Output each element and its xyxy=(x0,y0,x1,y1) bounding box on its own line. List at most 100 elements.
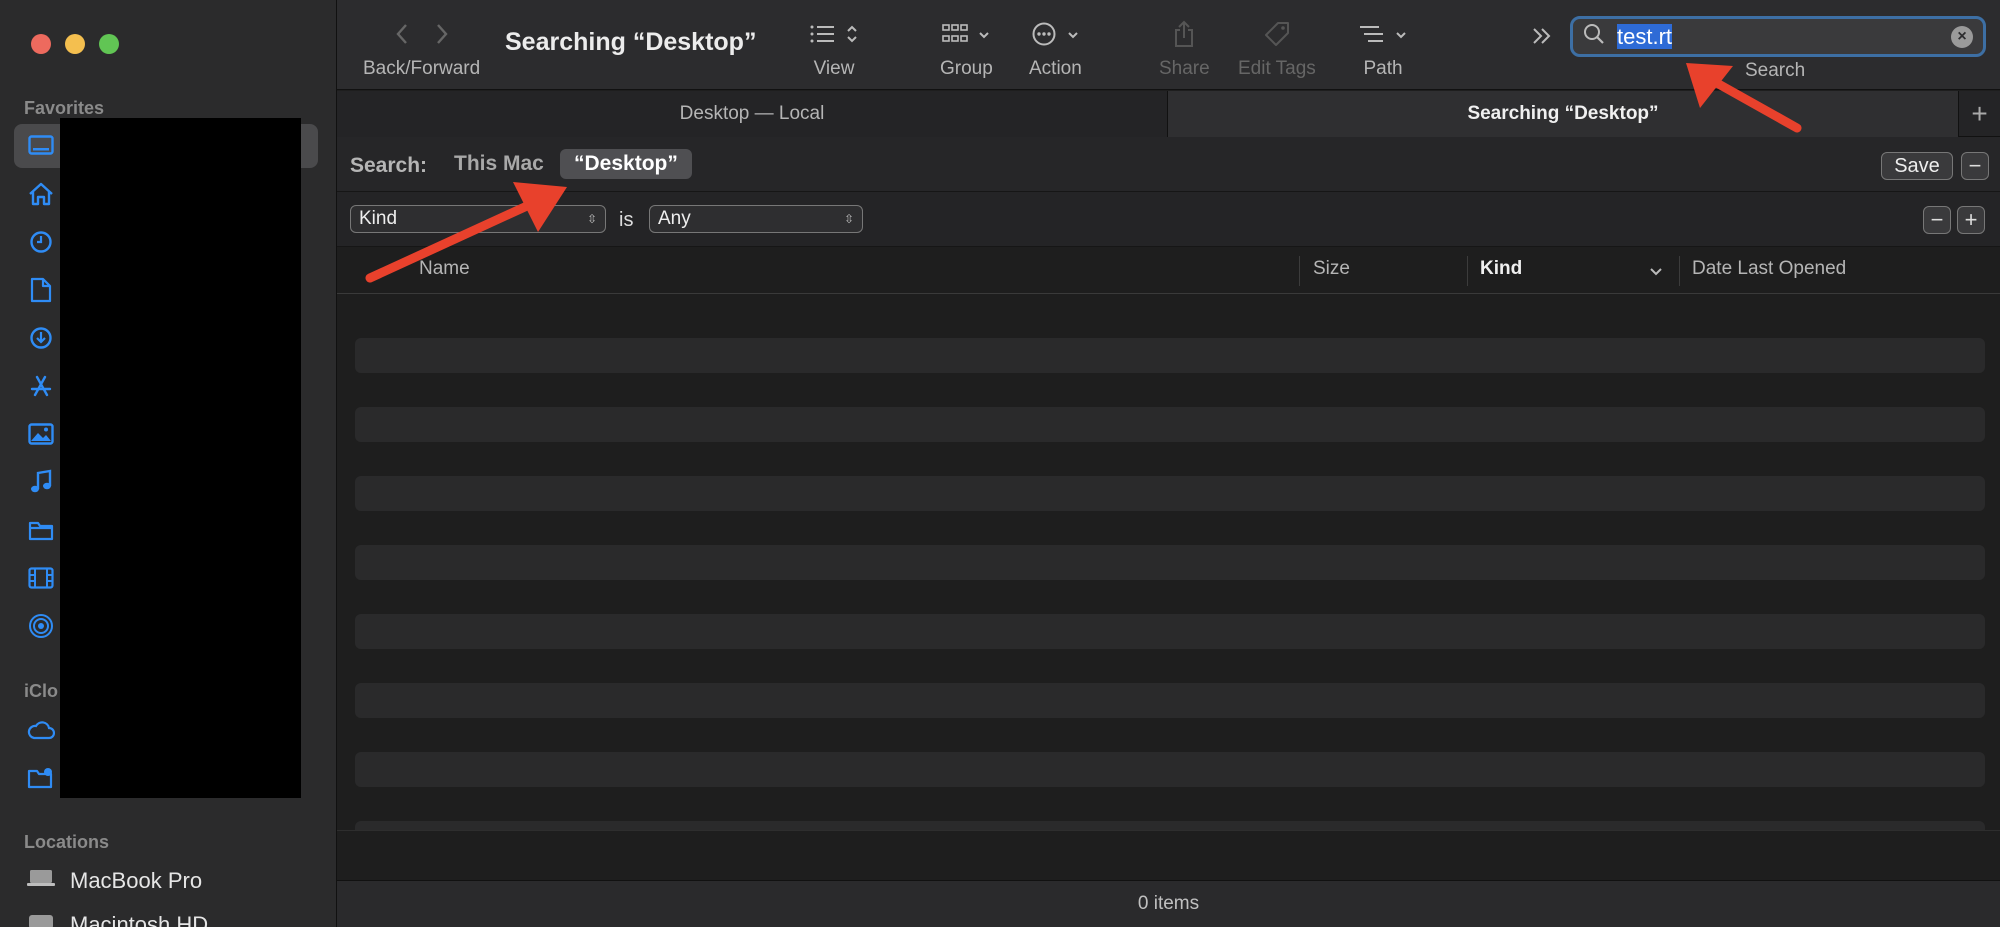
view-label: View xyxy=(813,58,855,79)
sidebar-item-label: Macintosh HD xyxy=(70,912,209,927)
minimize-window-button[interactable] xyxy=(65,34,85,54)
search-label: Search xyxy=(1745,60,1806,81)
shared-folder-icon[interactable] xyxy=(26,763,56,793)
movies-icon[interactable] xyxy=(26,563,56,593)
up-down-chevron-icon xyxy=(846,24,858,49)
applications-icon[interactable] xyxy=(26,371,56,401)
add-criteria-button[interactable]: + xyxy=(1957,206,1985,234)
search-scope-label: Search: xyxy=(350,154,428,177)
edit-tags-button[interactable]: Edit Tags xyxy=(1238,16,1316,80)
redacted-sidebar-region xyxy=(60,118,301,798)
empty-row-stripe xyxy=(355,614,1985,649)
window-title: Searching “Desktop” xyxy=(505,28,757,56)
sidebar-section-icloud: iClo xyxy=(24,681,58,701)
chevron-double-right-icon xyxy=(1531,26,1553,51)
column-divider[interactable] xyxy=(1467,256,1468,286)
search-field[interactable]: test.rt × xyxy=(1570,16,1986,57)
chevron-down-icon xyxy=(1067,27,1079,45)
back-forward-control[interactable]: Back/Forward xyxy=(363,16,480,80)
sidebar-item-macbook-pro[interactable]: MacBook Pro xyxy=(26,868,202,894)
criteria-operator: is xyxy=(619,209,634,231)
search-criteria-row: Kind ⇳ is Any ⇳ − + xyxy=(337,192,2000,247)
item-count: 0 items xyxy=(1137,893,1200,914)
laptop-icon xyxy=(26,868,56,894)
pictures-icon[interactable] xyxy=(26,419,56,449)
criteria-attribute-value: Kind xyxy=(359,208,398,229)
scope-desktop-button[interactable]: “Desktop” xyxy=(560,149,692,179)
search-input[interactable]: test.rt xyxy=(1617,23,1951,50)
back-icon[interactable] xyxy=(395,23,409,50)
toolbar: Back/Forward Searching “Desktop” View Gr… xyxy=(337,0,2000,90)
save-search-button[interactable]: Save xyxy=(1881,152,1953,180)
chevron-down-icon xyxy=(978,27,990,45)
empty-row-stripe xyxy=(355,338,1985,373)
finder-main: Back/Forward Searching “Desktop” View Gr… xyxy=(337,0,2000,927)
music-icon[interactable] xyxy=(26,467,56,497)
up-down-chevron-icon: ⇳ xyxy=(586,212,597,226)
clear-search-icon[interactable]: × xyxy=(1951,25,1973,48)
home-icon[interactable] xyxy=(26,179,56,209)
empty-row-stripe xyxy=(355,545,1985,580)
group-button[interactable]: Group xyxy=(940,16,993,80)
share-label: Share xyxy=(1159,58,1210,79)
action-label: Action xyxy=(1029,58,1082,79)
icloud-drive-icon[interactable] xyxy=(26,715,56,745)
column-name[interactable]: Name xyxy=(419,258,470,280)
sort-chevron-down-icon[interactable] xyxy=(1649,264,1663,282)
remove-search-bar-button[interactable]: − xyxy=(1961,152,1989,180)
toolbar-overflow-button[interactable] xyxy=(1531,18,1553,58)
tab-searching-desktop[interactable]: Searching “Desktop” xyxy=(1168,91,1958,137)
search-scope-bar: Search: This Mac “Desktop” Save − xyxy=(337,137,2000,192)
chevron-down-icon xyxy=(1395,27,1407,45)
new-tab-button[interactable]: + xyxy=(1958,91,2000,137)
desktop-icon[interactable] xyxy=(26,131,56,161)
sidebar-item-label: MacBook Pro xyxy=(70,868,203,893)
list-view-icon xyxy=(810,24,836,49)
zoom-window-button[interactable] xyxy=(99,34,119,54)
search-icon xyxy=(1583,23,1605,50)
results-list xyxy=(355,294,1985,831)
folder-icon[interactable] xyxy=(26,515,56,545)
path-icon xyxy=(1359,24,1385,49)
group-label: Group xyxy=(940,58,993,79)
column-divider[interactable] xyxy=(1299,256,1300,286)
tab-desktop-local[interactable]: Desktop — Local xyxy=(337,91,1168,137)
sidebar: Favorites iClo Locations MacBook Pro Mac… xyxy=(0,0,337,927)
empty-row-stripe xyxy=(355,476,1985,511)
disk-icon xyxy=(26,912,56,927)
sidebar-item-macintosh-hd[interactable]: Macintosh HD xyxy=(26,912,208,927)
empty-row-stripe xyxy=(355,407,1985,442)
documents-icon[interactable] xyxy=(26,275,56,305)
search-input-text: test.rt xyxy=(1617,23,1673,49)
action-button[interactable]: Action xyxy=(1029,16,1082,80)
ellipsis-circle-icon xyxy=(1031,21,1057,52)
status-bar: 0 items xyxy=(337,880,2000,927)
path-label: Path xyxy=(1363,58,1403,79)
edit-tags-label: Edit Tags xyxy=(1238,58,1316,79)
back-forward-label: Back/Forward xyxy=(363,58,481,79)
criteria-value-popup[interactable]: Any ⇳ xyxy=(649,205,863,233)
close-window-button[interactable] xyxy=(31,34,51,54)
column-date-last-opened[interactable]: Date Last Opened xyxy=(1692,258,1846,280)
path-bar-area xyxy=(337,830,2000,880)
criteria-value: Any xyxy=(658,208,691,229)
recents-icon[interactable] xyxy=(26,227,56,257)
tab-bar: Desktop — Local Searching “Desktop” + xyxy=(337,91,2000,137)
criteria-attribute-popup[interactable]: Kind ⇳ xyxy=(350,205,606,233)
path-button[interactable]: Path xyxy=(1359,16,1407,80)
scope-this-mac-button[interactable]: This Mac xyxy=(440,149,558,179)
view-button[interactable]: View xyxy=(810,16,858,80)
share-icon xyxy=(1173,20,1195,53)
empty-row-stripe xyxy=(355,683,1985,718)
column-divider[interactable] xyxy=(1679,256,1680,286)
column-size[interactable]: Size xyxy=(1313,258,1350,280)
group-icon xyxy=(942,23,969,50)
downloads-icon[interactable] xyxy=(26,323,56,353)
column-kind[interactable]: Kind xyxy=(1480,258,1522,280)
share-button[interactable]: Share xyxy=(1159,16,1210,80)
airdrop-icon[interactable] xyxy=(26,611,56,641)
forward-icon[interactable] xyxy=(435,23,449,50)
up-down-chevron-icon: ⇳ xyxy=(843,212,854,226)
sidebar-section-favorites: Favorites xyxy=(24,98,105,118)
remove-criteria-button[interactable]: − xyxy=(1923,206,1951,234)
